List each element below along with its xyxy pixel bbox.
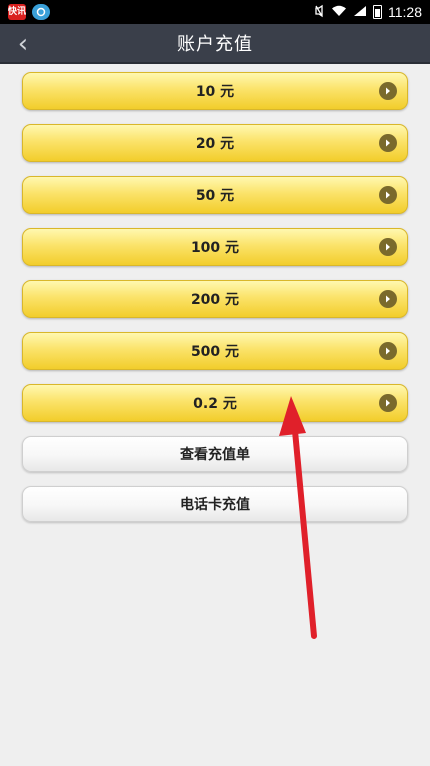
recharge-option-200[interactable]: 200 元 [22, 280, 408, 318]
chevron-right-icon [379, 290, 397, 308]
wifi-icon [331, 5, 347, 19]
recharge-option-50[interactable]: 50 元 [22, 176, 408, 214]
status-time: 11:28 [388, 4, 422, 20]
battery-icon [373, 5, 382, 19]
option-label: 10 元 [195, 84, 235, 100]
view-orders-label: 查看充值单 [180, 447, 250, 463]
signal-icon [353, 5, 367, 19]
recharge-option-10[interactable]: 10 元 [22, 72, 408, 110]
system-indicators: 11:28 [313, 4, 422, 20]
title-bar: ‹ 账户充值 [0, 24, 430, 64]
option-label: 500 元 [190, 344, 240, 360]
page-title: 账户充值 [177, 34, 253, 55]
mute-icon [313, 4, 325, 20]
status-bar: 快讯 11:28 [0, 0, 430, 24]
recharge-option-100[interactable]: 100 元 [22, 228, 408, 266]
chevron-right-icon [379, 394, 397, 412]
notification-icons: 快讯 [8, 4, 50, 20]
news-app-icon: 快讯 [8, 4, 26, 20]
back-icon: ‹ [17, 29, 29, 59]
option-label: 200 元 [190, 292, 240, 308]
browser-app-icon [32, 4, 50, 20]
chevron-right-icon [379, 134, 397, 152]
chevron-right-icon [379, 186, 397, 204]
recharge-option-0-2[interactable]: 0.2 元 [22, 384, 408, 422]
chevron-right-icon [379, 82, 397, 100]
option-label: 100 元 [190, 240, 240, 256]
recharge-option-20[interactable]: 20 元 [22, 124, 408, 162]
back-button[interactable]: ‹ [6, 24, 40, 64]
recharge-option-500[interactable]: 500 元 [22, 332, 408, 370]
option-label: 0.2 元 [193, 396, 237, 412]
option-label: 20 元 [195, 136, 235, 152]
view-recharge-orders-button[interactable]: 查看充值单 [22, 436, 408, 472]
chevron-right-icon [379, 342, 397, 360]
phone-card-label: 电话卡充值 [180, 497, 250, 513]
phone-card-recharge-button[interactable]: 电话卡充值 [22, 486, 408, 522]
option-label: 50 元 [195, 188, 235, 204]
chevron-right-icon [379, 238, 397, 256]
recharge-options-list: 10 元 20 元 50 元 100 元 200 元 500 元 0.2 元 查… [22, 72, 408, 536]
